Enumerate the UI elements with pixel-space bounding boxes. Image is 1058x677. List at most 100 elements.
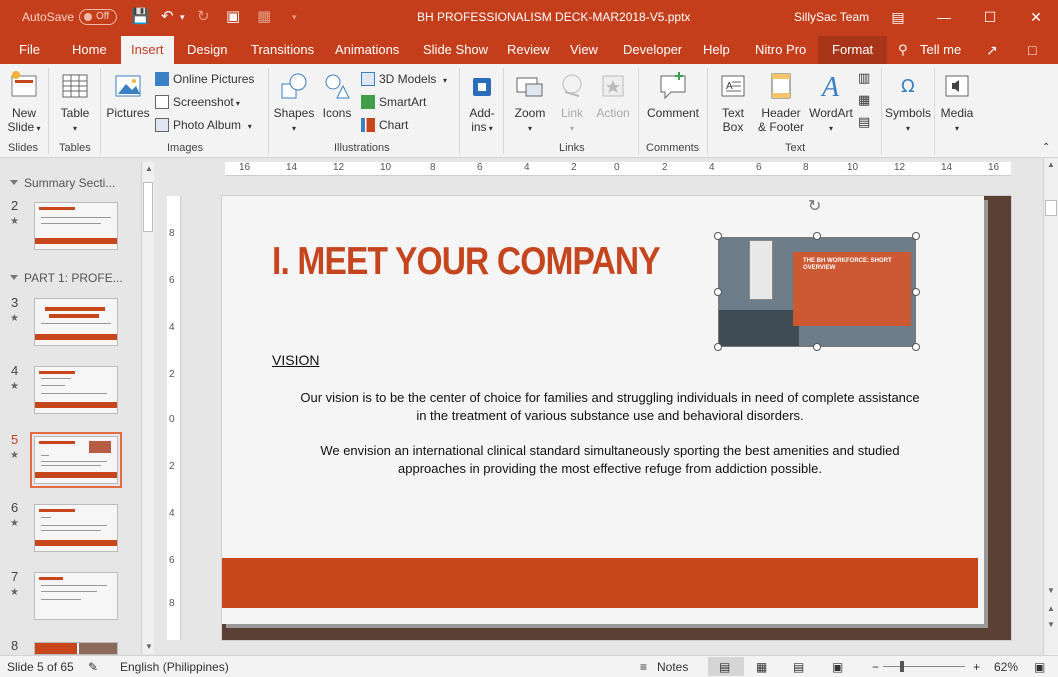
vertical-ruler[interactable]: 8 6 4 2 0 2 4 6 8 [167,196,181,640]
resize-handle[interactable] [813,232,821,240]
media-button[interactable]: Media ▾ [936,70,978,136]
selected-picture[interactable]: THE BH WORKFORCE: SHORT OVERVIEW [718,237,916,347]
chart-button[interactable]: Chart [361,118,408,132]
scrollbar-thumb[interactable] [143,182,153,232]
slide-thumbnail-2[interactable] [34,202,118,250]
resize-handle[interactable] [912,232,920,240]
customize-qat-icon[interactable]: ▾ [292,8,297,26]
fit-to-window-icon[interactable]: ▣ [1034,660,1045,674]
tab-transitions[interactable]: Transitions [251,42,314,57]
comment-button[interactable]: Comment [642,70,704,120]
scroll-down-icon[interactable]: ▼ [145,642,153,651]
collapse-ribbon-icon[interactable]: ⌃ [1042,142,1050,153]
zoom-out-button[interactable]: − [872,660,879,674]
close-icon[interactable]: ✕ [1024,6,1048,28]
touch-mode-icon[interactable]: ▦ [257,8,271,26]
save-icon[interactable]: 💾 [131,8,150,26]
slide-title[interactable]: I. MEET YOUR COMPANY [272,240,661,284]
slide-sorter-icon[interactable]: ▦ [756,660,767,674]
tab-developer[interactable]: Developer [623,42,682,57]
rotate-handle-icon[interactable]: ↻ [808,196,821,216]
resize-handle[interactable] [912,288,920,296]
tab-home[interactable]: Home [72,42,107,57]
resize-handle[interactable] [813,343,821,351]
action-button[interactable]: Action [593,70,633,120]
previous-slide-icon[interactable]: ▲ [1047,604,1055,613]
resize-handle[interactable] [714,232,722,240]
slide-canvas[interactable]: I. MEET YOUR COMPANY VISION Our vision i… [222,196,1011,640]
comments-icon[interactable]: □ [1028,42,1036,58]
slide-thumbnail-7[interactable] [34,572,118,620]
slide-number-icon[interactable]: ▦ [858,92,870,108]
section-header-part1[interactable]: PART 1: PROFE... [10,271,123,285]
online-pictures-button[interactable]: Online Pictures [155,72,254,86]
slide-thumbnail-4[interactable] [34,366,118,414]
redo-icon[interactable]: ↻ [197,8,210,26]
vision-paragraph-2[interactable]: We envision an international clinical st… [300,442,920,478]
slide-thumbnail-6[interactable] [34,504,118,552]
wordart-button[interactable]: A WordArt ▾ [807,70,855,136]
notes-button[interactable]: Notes [657,660,688,674]
maximize-icon[interactable]: ☐ [978,6,1002,28]
resize-handle[interactable] [912,343,920,351]
scroll-up-icon[interactable]: ▲ [145,164,153,173]
shapes-button[interactable]: Shapes ▾ [272,70,316,136]
smartart-button[interactable]: SmartArt [361,95,426,109]
slide-thumbnail-3[interactable] [34,298,118,346]
date-time-icon[interactable]: ▥ [858,70,870,86]
zoom-slider[interactable] [883,666,965,667]
tab-nitro-pro[interactable]: Nitro Pro [755,42,806,57]
link-button[interactable]: Link ▾ [553,70,591,136]
scroll-up-icon[interactable]: ▲ [1047,160,1055,169]
photo-album-button[interactable]: Photo Album ▾ [155,118,252,132]
undo-icon[interactable]: ↶ [161,8,174,26]
tab-design[interactable]: Design [187,42,227,57]
symbols-button[interactable]: Ω Symbols ▾ [884,70,932,136]
slide-show-icon[interactable]: ▣ [832,660,843,674]
canvas-scrollbar[interactable]: ▲ ▼ ▲ ▼ [1043,158,1058,655]
minimize-icon[interactable]: — [932,6,956,28]
screenshot-button[interactable]: Screenshot ▾ [155,95,240,109]
zoom-button[interactable]: Zoom ▾ [509,70,551,136]
scroll-down-icon[interactable]: ▼ [1047,586,1055,595]
3d-models-button[interactable]: 3D Models ▾ [361,72,447,86]
share-icon[interactable]: ↗ [986,42,998,59]
section-header-summary[interactable]: Summary Secti... [10,176,115,190]
vision-paragraph-1[interactable]: Our vision is to be the center of choice… [300,389,920,425]
tab-review[interactable]: Review [507,42,550,57]
resize-handle[interactable] [714,288,722,296]
slide-thumbnail-8[interactable] [34,642,118,655]
present-from-beginning-icon[interactable]: ▣ [226,8,240,26]
header-footer-button[interactable]: Header & Footer [755,70,807,134]
zoom-level[interactable]: 62% [994,660,1018,674]
add-ins-button[interactable]: Add- ins ▾ [462,70,502,136]
table-button[interactable]: Table ▾ [55,70,95,136]
object-icon[interactable]: ▤ [858,114,870,130]
spelling-icon[interactable]: ✎ [88,660,98,674]
tell-me-search[interactable]: Tell me [920,42,961,57]
tab-help[interactable]: Help [703,42,730,57]
scrollbar-thumb[interactable] [1045,200,1057,216]
tab-file[interactable]: File [19,42,40,57]
text-box-button[interactable]: A Text Box [712,70,754,134]
vision-heading[interactable]: VISION [272,352,319,368]
icons-button[interactable]: Icons [318,70,356,120]
tab-format[interactable]: Format [818,36,888,64]
tab-slide-show[interactable]: Slide Show [423,42,488,57]
language-indicator[interactable]: English (Philippines) [120,660,229,674]
pictures-button[interactable]: Pictures [104,70,152,120]
ribbon-display-icon[interactable]: ▤ [886,6,910,28]
tab-view[interactable]: View [570,42,598,57]
slide-thumbnail-5-selected[interactable] [30,432,122,488]
next-slide-icon[interactable]: ▼ [1047,620,1055,629]
thumbnail-scrollbar[interactable]: ▲ ▼ [141,162,154,654]
user-name[interactable]: SillySac Team [794,10,869,24]
resize-handle[interactable] [714,343,722,351]
horizontal-ruler[interactable]: 16 14 12 10 8 6 4 2 0 2 4 6 8 10 12 14 1… [225,162,1011,176]
tab-insert[interactable]: Insert [121,36,174,65]
zoom-slider-knob[interactable] [900,661,904,672]
autosave-toggle[interactable]: Off [79,9,117,25]
undo-dropdown-icon[interactable]: ▾ [180,8,185,26]
new-slide-button[interactable]: New Slide ▾ [4,70,44,136]
tab-animations[interactable]: Animations [335,42,399,57]
